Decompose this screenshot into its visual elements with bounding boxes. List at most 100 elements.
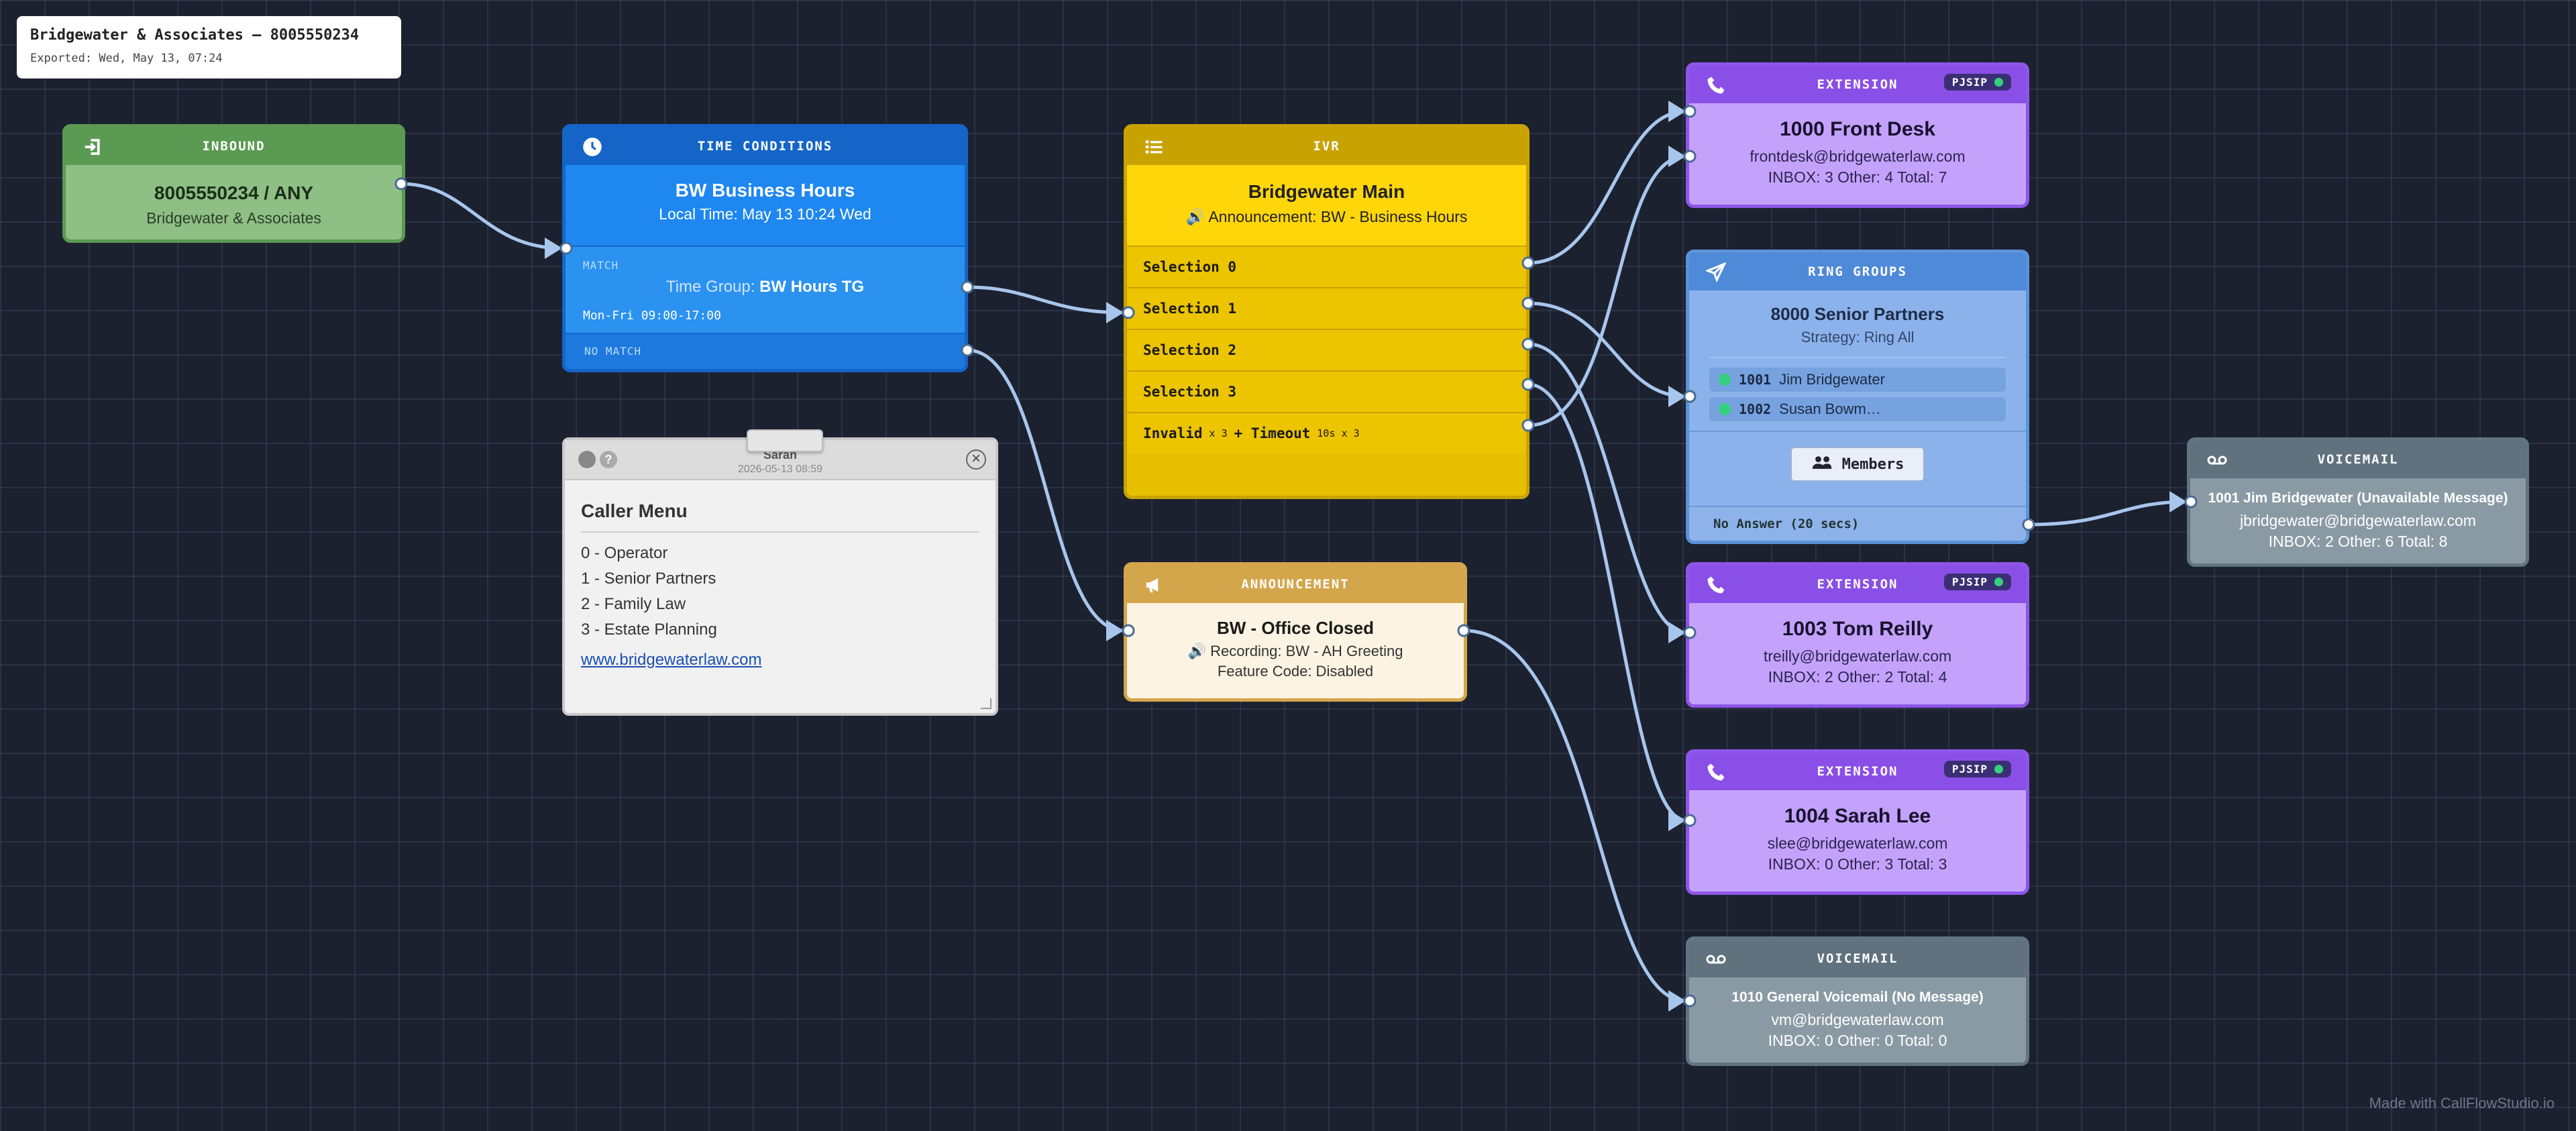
- speaker-icon: 🔊: [1187, 643, 1206, 659]
- made-with-credit: Made with CallFlowStudio.io: [2369, 1095, 2555, 1112]
- member-ext: 1002: [1739, 401, 1772, 417]
- ring-group-node[interactable]: RING GROUPS 8000 Senior Partners Strateg…: [1686, 250, 2029, 544]
- node-type-label: VOICEMAIL: [1817, 951, 1898, 966]
- ring-strategy: Strategy: Ring All: [1801, 329, 1915, 345]
- voicemail-name: 1001 Jim Bridgewater (Unavailable Messag…: [2208, 490, 2508, 506]
- status-online-icon: [1719, 374, 1731, 386]
- arrowhead: [545, 237, 562, 259]
- ivr-node[interactable]: IVR Bridgewater Main 🔊 Announcement: BW …: [1124, 124, 1529, 499]
- send-icon: [1704, 260, 1728, 284]
- voicemail-counts: INBOX: 0 Other: 0 Total: 0: [1768, 1032, 1947, 1049]
- match-branch[interactable]: MATCH Time Group: BW Hours TG Mon-Fri 09…: [566, 246, 965, 333]
- node-header: EXTENSION PJSIP: [1689, 66, 2026, 103]
- node-type-label: RING GROUPS: [1808, 264, 1907, 279]
- list-icon: [1142, 135, 1166, 159]
- arrowhead: [1668, 386, 1686, 407]
- wire-invalid-to-ext1000: [1527, 154, 1686, 427]
- node-header: RING GROUPS: [1689, 253, 2026, 290]
- inbound-name: Bridgewater & Associates: [146, 209, 321, 227]
- members-button[interactable]: Members: [1790, 447, 1925, 482]
- sticky-note[interactable]: ? Sarah 2026-05-13 08:59 × Caller Menu 0…: [562, 429, 998, 716]
- inbound-node[interactable]: INBOUND 8005550234 / ANY Bridgewater & A…: [62, 124, 405, 243]
- extension-node[interactable]: EXTENSION PJSIP 1003 Tom Reilly treilly@…: [1686, 562, 2029, 708]
- phone-icon: [1704, 760, 1728, 784]
- timeout-detail: 10s x 3: [1317, 427, 1360, 439]
- wire-ring-noanswer-to-vm1001: [2028, 500, 2188, 527]
- status-online-icon: [1994, 765, 2003, 773]
- note-line: 0 - Operator: [581, 544, 668, 562]
- ivr-selection-2[interactable]: Selection 2: [1127, 329, 1526, 370]
- speaker-icon: 🔊: [1185, 208, 1205, 225]
- node-header: ANNOUNCEMENT: [1127, 566, 1464, 603]
- invalid-count: x 3: [1209, 427, 1228, 439]
- note-line: 1 - Senior Partners: [581, 570, 716, 588]
- no-answer-branch[interactable]: No Answer (20 secs): [1689, 506, 2026, 541]
- time-conditions-node[interactable]: TIME CONDITIONS BW Business Hours Local …: [562, 124, 968, 372]
- voicemail-node[interactable]: VOICEMAIL 1010 General Voicemail (No Mes…: [1686, 936, 2029, 1066]
- ivr-selection-0[interactable]: Selection 0: [1127, 246, 1526, 287]
- node-header: EXTENSION PJSIP: [1689, 753, 2026, 790]
- extension-mailbox-counts: INBOX: 3 Other: 4 Total: 7: [1768, 168, 1947, 186]
- extension-email: frontdesk@bridgewaterlaw.com: [1750, 148, 1966, 165]
- announcement-feature-code: Feature Code: Disabled: [1217, 663, 1374, 680]
- node-header: IVR: [1127, 127, 1526, 165]
- megaphone-icon: [1142, 573, 1166, 597]
- extension-node[interactable]: EXTENSION PJSIP 1000 Front Desk frontdes…: [1686, 62, 2029, 208]
- arrowhead: [1668, 622, 1686, 643]
- phone-icon: [1704, 73, 1728, 97]
- node-type-label: INBOUND: [202, 139, 266, 154]
- node-type-label: ANNOUNCEMENT: [1241, 577, 1350, 592]
- ivr-selection-3[interactable]: Selection 3: [1127, 370, 1526, 412]
- extension-node[interactable]: EXTENSION PJSIP 1004 Sarah Lee slee@brid…: [1686, 749, 2029, 895]
- node-header: VOICEMAIL: [2190, 441, 2526, 478]
- pjsip-badge: PJSIP: [1943, 574, 2011, 590]
- note-website-link[interactable]: www.bridgewaterlaw.com: [581, 651, 761, 669]
- note-line: 2 - Family Law: [581, 595, 686, 613]
- note-timestamp: 2026-05-13 08:59: [737, 464, 823, 475]
- node-type-label: IVR: [1313, 139, 1340, 154]
- voicemail-icon: [2205, 448, 2229, 472]
- arrowhead: [1668, 990, 1686, 1012]
- status-online-icon: [1719, 403, 1731, 415]
- voicemail-counts: INBOX: 2 Other: 6 Total: 8: [2268, 533, 2448, 550]
- no-match-branch[interactable]: NO MATCH: [566, 333, 965, 369]
- close-icon[interactable]: ×: [966, 449, 986, 470]
- extension-name: 1003 Tom Reilly: [1782, 618, 1933, 640]
- announcement-recording: Recording: BW - AH Greeting: [1210, 643, 1403, 659]
- announcement-name: BW - Office Closed: [1216, 618, 1374, 638]
- arrowhead: [1106, 302, 1124, 323]
- resize-handle-icon[interactable]: [981, 698, 991, 709]
- note-title: Caller Menu: [581, 480, 979, 533]
- time-condition-name: BW Business Hours: [675, 180, 855, 201]
- pjsip-badge: PJSIP: [1943, 761, 2011, 777]
- ivr-selection-1[interactable]: Selection 1: [1127, 287, 1526, 329]
- ring-member: 1001 Jim Bridgewater: [1709, 368, 2006, 392]
- note-drag-handle[interactable]: [747, 429, 823, 452]
- inbound-number: 8005550234 / ANY: [154, 182, 314, 203]
- extension-mailbox-counts: INBOX: 0 Other: 3 Total: 3: [1768, 855, 1947, 873]
- flow-title: Bridgewater & Associates — 8005550234: [30, 27, 360, 44]
- export-info-panel: Bridgewater & Associates — 8005550234 Ex…: [17, 16, 401, 78]
- ring-member: 1002 Susan Bowm…: [1709, 397, 2006, 421]
- node-header: INBOUND: [66, 127, 402, 165]
- ivr-invalid-timeout[interactable]: Invalid x 3 + Timeout 10s x 3: [1127, 412, 1526, 453]
- voicemail-node[interactable]: VOICEMAIL 1001 Jim Bridgewater (Unavaila…: [2187, 437, 2529, 567]
- clock-icon: [580, 135, 604, 159]
- users-icon: [1811, 455, 1833, 474]
- voicemail-icon: [1704, 947, 1728, 971]
- wire-sel0-to-ext1000: [1527, 109, 1686, 265]
- extension-name: 1000 Front Desk: [1780, 118, 1935, 140]
- announcement-node[interactable]: ANNOUNCEMENT BW - Office Closed 🔊 Record…: [1124, 562, 1467, 702]
- time-group-value: BW Hours TG: [759, 278, 865, 296]
- arrowhead: [1106, 620, 1124, 641]
- status-online-icon: [1994, 78, 2003, 87]
- extension-mailbox-counts: INBOX: 2 Other: 2 Total: 4: [1768, 668, 1947, 686]
- pjsip-badge: PJSIP: [1943, 74, 2011, 91]
- wire-sel2-to-ext1003: [1527, 342, 1686, 635]
- node-type-label: TIME CONDITIONS: [697, 139, 833, 154]
- node-header: TIME CONDITIONS: [566, 127, 965, 165]
- badge-label: PJSIP: [1951, 576, 1988, 588]
- voicemail-email: jbridgewater@bridgewaterlaw.com: [2240, 512, 2476, 529]
- voicemail-email: vm@bridgewaterlaw.com: [1771, 1011, 1944, 1028]
- wire-inbound-to-time: [400, 182, 563, 250]
